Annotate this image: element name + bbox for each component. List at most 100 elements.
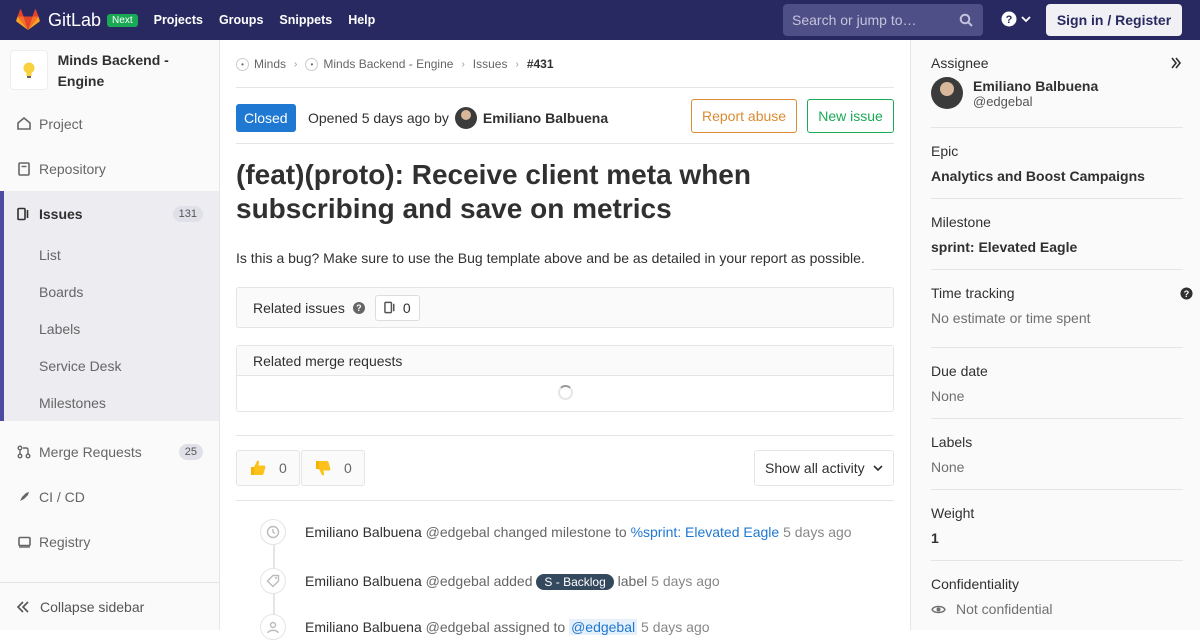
sidebar-item-merge-requests[interactable]: Merge Requests 25 [0, 429, 219, 474]
labels-value: None [931, 459, 965, 475]
submenu-service-desk[interactable]: Service Desk [39, 358, 121, 374]
timeline-time: 5 days ago [651, 573, 720, 589]
timeline-text: Emiliano Balbuena @edgebal added S - Bac… [305, 573, 720, 590]
confidentiality-label: Confidentiality [931, 576, 1019, 592]
related-mr-label: Related merge requests [253, 352, 403, 369]
sidebar-item-issues[interactable]: Issues 131 [0, 191, 219, 236]
sign-in-button[interactable]: Sign in / Register [1046, 4, 1182, 36]
timeline-action: assigned to [493, 619, 566, 635]
group-avatar-icon: • [236, 57, 249, 71]
status-badge: Closed [236, 104, 296, 132]
milestone-value[interactable]: sprint: Elevated Eagle [931, 239, 1183, 255]
nav-projects[interactable]: Projects [146, 13, 211, 27]
nav-help[interactable]: Help [340, 13, 383, 27]
help-dropdown[interactable]: ? [1001, 11, 1031, 27]
question-icon[interactable]: ? [352, 301, 365, 314]
related-issues-block: Related issues ? 0 [236, 287, 894, 328]
divider [236, 435, 894, 436]
author-name[interactable]: Emiliano Balbuena [483, 110, 608, 126]
thumbs-down-button[interactable]: 0 [301, 450, 365, 486]
chevron-right-icon: › [461, 58, 465, 70]
divider [931, 269, 1183, 270]
submenu-boards[interactable]: Boards [39, 284, 83, 300]
time-tracking-label: Time tracking [931, 285, 1015, 301]
timeline-suffix: label [617, 573, 648, 589]
assignee-mention[interactable]: @edgebal [569, 619, 638, 635]
sidebar-item-label: Repository [39, 160, 106, 177]
divider [931, 347, 1183, 348]
collapse-sidebar-button[interactable]: Collapse sidebar [0, 582, 219, 630]
timeline-entry: Emiliano Balbuena @edgebal added S - Bac… [236, 568, 894, 598]
search-input[interactable]: Search or jump to… [783, 4, 983, 36]
related-mr-header: Related merge requests [237, 346, 893, 376]
weight-block: Weight 1 [931, 505, 1183, 546]
confidentiality-block: Confidentiality Not confidential [931, 576, 1183, 617]
timeline-entry: Emiliano Balbuena @edgebal changed miles… [236, 519, 894, 549]
svg-text:?: ? [1184, 289, 1190, 299]
timeline-user[interactable]: @edgebal [426, 619, 490, 635]
merge-request-icon [16, 445, 32, 459]
question-icon: ? [1001, 11, 1017, 27]
search-placeholder: Search or jump to… [792, 12, 917, 28]
question-icon[interactable]: ? [1180, 287, 1193, 300]
user-icon [260, 614, 286, 640]
assignee-avatar [931, 77, 963, 109]
sidebar-item-label: Registry [39, 533, 91, 550]
thumbs-up-button[interactable]: 0 [236, 450, 300, 486]
nav-groups[interactable]: Groups [211, 13, 271, 27]
breadcrumb-issues[interactable]: Issues [473, 57, 508, 71]
epic-value[interactable]: Analytics and Boost Campaigns [931, 168, 1183, 184]
breadcrumb-project[interactable]: Minds Backend - Engine [323, 57, 453, 71]
timeline-author[interactable]: Emiliano Balbuena [305, 573, 422, 589]
assignee-username: @edgebal [973, 93, 1033, 109]
milestone-label: Milestone [931, 214, 991, 230]
author-avatar[interactable] [454, 107, 477, 129]
next-badge[interactable]: Next [107, 13, 138, 27]
sidebar-item-cicd[interactable]: CI / CD [0, 474, 219, 519]
thumbs-up-count: 0 [279, 460, 287, 476]
submenu-milestones[interactable]: Milestones [39, 395, 106, 411]
assignee-row[interactable]: Emiliano Balbuena @edgebal [931, 77, 1183, 109]
sidebar-item-project[interactable]: Project [0, 101, 219, 146]
submenu-list[interactable]: List [39, 247, 61, 263]
timeline-author[interactable]: Emiliano Balbuena [305, 524, 422, 540]
sidebar-item-label: Project [39, 115, 83, 132]
project-header[interactable]: Minds Backend - Engine [0, 40, 219, 102]
activity-filter-dropdown[interactable]: Show all activity [754, 450, 894, 486]
sidebar-item-registry[interactable]: Registry [0, 519, 219, 564]
divider [931, 560, 1183, 561]
timeline-author[interactable]: Emiliano Balbuena [305, 619, 422, 635]
report-abuse-button[interactable]: Report abuse [691, 99, 798, 133]
divider [236, 500, 894, 501]
search-icon [959, 13, 973, 27]
timeline-user[interactable]: @edgebal [426, 573, 490, 589]
chevron-down-icon [1021, 16, 1031, 23]
milestone-block: Milestone sprint: Elevated Eagle [931, 214, 1183, 255]
assignee-label: Assignee [931, 55, 989, 71]
breadcrumb-issue-id[interactable]: #431 [527, 57, 554, 71]
confidentiality-value: Not confidential [956, 601, 1053, 617]
sidebar-item-repository[interactable]: Repository [0, 146, 219, 191]
related-merge-requests-block: Related merge requests [236, 345, 894, 412]
issues-submenu: List Boards Labels Service Desk Mileston… [0, 236, 219, 421]
chevron-right-icon: › [515, 58, 519, 70]
sidebar-item-label: Merge Requests [39, 443, 142, 460]
epic-label: Epic [931, 143, 959, 159]
label-badge[interactable]: S - Backlog [536, 574, 614, 590]
issues-icon [384, 301, 395, 314]
breadcrumb: • Minds › • Minds Backend - Engine › Iss… [236, 56, 554, 72]
gitlab-logo[interactable]: GitLab Next [16, 9, 138, 31]
timeline-user[interactable]: @edgebal [426, 524, 490, 540]
timeline-time: 5 days ago [641, 619, 710, 635]
right-sidebar: Assignee Emiliano Balbuena @edgebal Epic… [910, 40, 1200, 630]
milestone-link[interactable]: %sprint: Elevated Eagle [631, 524, 780, 540]
breadcrumb-group[interactable]: Minds [254, 57, 286, 71]
left-sidebar: Minds Backend - Engine Project Repositor… [0, 40, 220, 630]
rocket-icon [16, 491, 32, 503]
new-issue-button[interactable]: New issue [807, 99, 894, 133]
related-count-value: 0 [402, 299, 411, 316]
nav-snippets[interactable]: Snippets [271, 13, 340, 27]
submenu-labels[interactable]: Labels [39, 321, 80, 337]
chevron-down-icon [873, 465, 883, 472]
divider [236, 143, 894, 144]
